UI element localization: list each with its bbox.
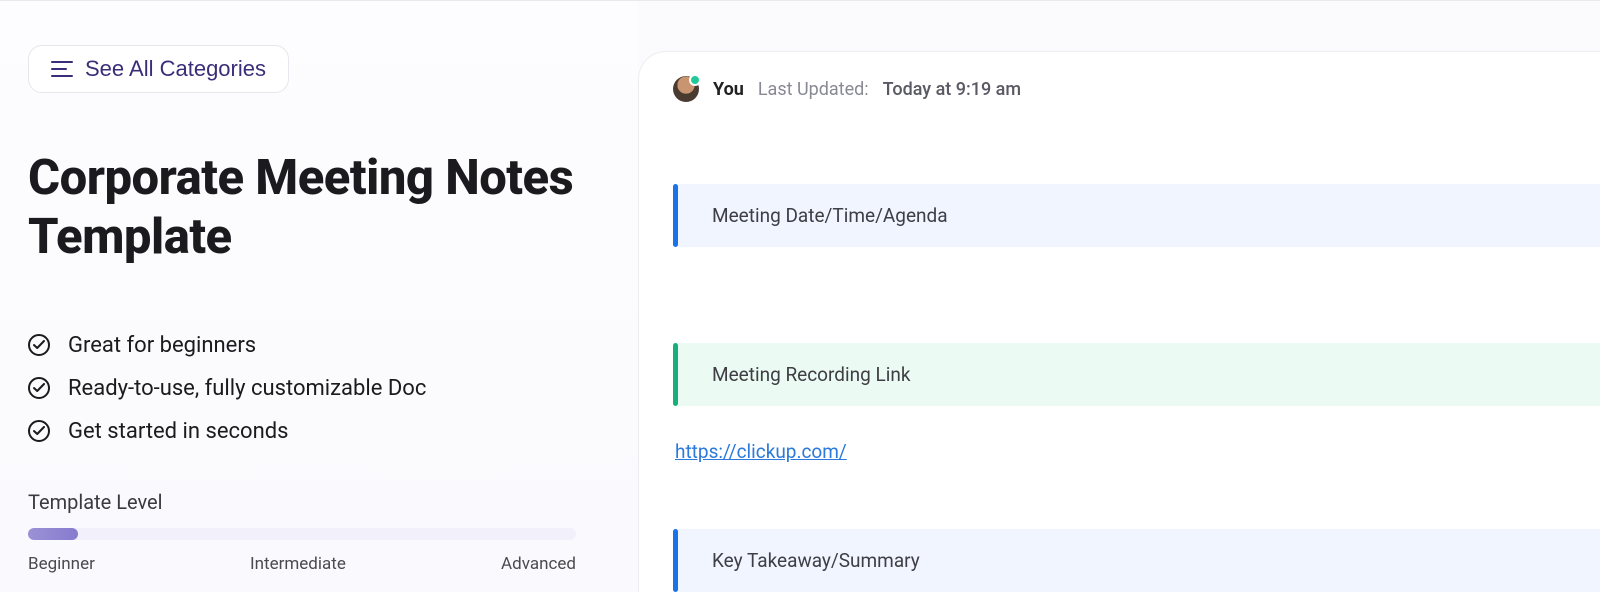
doc-author: You xyxy=(713,79,744,100)
check-icon xyxy=(28,334,50,356)
feature-list: Great for beginners Ready-to-use, fully … xyxy=(28,333,610,444)
block-agenda[interactable]: Meeting Date/Time/Agenda xyxy=(673,184,1600,247)
block-recording[interactable]: Meeting Recording Link xyxy=(673,343,1600,406)
page-title: Corporate Meeting Notes Template xyxy=(28,149,610,267)
block-agenda-text: Meeting Date/Time/Agenda xyxy=(678,184,1600,247)
left-panel: See All Categories Corporate Meeting Not… xyxy=(0,1,638,592)
check-icon xyxy=(28,377,50,399)
feature-text: Great for beginners xyxy=(68,333,256,358)
template-level-block: Template Level Beginner Intermediate Adv… xyxy=(28,490,610,574)
template-level-ticks: Beginner Intermediate Advanced xyxy=(28,554,576,574)
feature-item: Great for beginners xyxy=(28,333,610,358)
doc-last-updated-label: Last Updated: xyxy=(758,79,869,100)
level-beginner-label: Beginner xyxy=(28,554,95,574)
doc-last-updated-value: Today at 9:19 am xyxy=(883,79,1021,100)
list-icon xyxy=(51,60,73,78)
see-all-categories-button[interactable]: See All Categories xyxy=(28,45,289,93)
template-level-fill xyxy=(28,528,78,540)
block-summary[interactable]: Key Takeaway/Summary xyxy=(673,529,1600,592)
recording-link-line: https://clickup.com/ xyxy=(675,440,1600,463)
check-icon xyxy=(28,420,50,442)
feature-item: Get started in seconds xyxy=(28,419,610,444)
feature-item: Ready-to-use, fully customizable Doc xyxy=(28,376,610,401)
block-recording-text: Meeting Recording Link xyxy=(678,343,1600,406)
recording-link[interactable]: https://clickup.com/ xyxy=(675,440,847,463)
feature-text: Get started in seconds xyxy=(68,419,289,444)
doc-meta-row: You Last Updated: Today at 9:19 am xyxy=(673,76,1600,102)
feature-text: Ready-to-use, fully customizable Doc xyxy=(68,376,426,401)
see-all-categories-label: See All Categories xyxy=(85,56,266,82)
level-intermediate-label: Intermediate xyxy=(250,554,346,574)
template-level-heading: Template Level xyxy=(28,490,610,514)
template-level-bar xyxy=(28,528,576,540)
document-panel: You Last Updated: Today at 9:19 am Meeti… xyxy=(638,51,1600,592)
block-summary-text: Key Takeaway/Summary xyxy=(678,529,1600,592)
avatar[interactable] xyxy=(673,76,699,102)
level-advanced-label: Advanced xyxy=(501,554,576,574)
